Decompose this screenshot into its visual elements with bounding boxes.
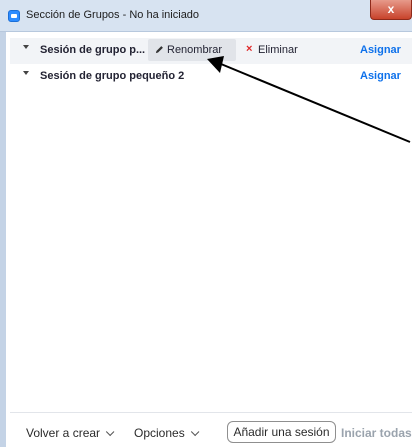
pencil-icon [155, 46, 163, 54]
assign-link[interactable]: Asignar [360, 44, 401, 56]
window-title: Sección de Grupos - No ha iniciado [26, 9, 200, 21]
close-window-button[interactable]: x [370, 0, 412, 20]
close-x-icon: × [246, 43, 253, 55]
room-row-2[interactable]: Sesión de grupo pequeño 2 Asignar [10, 64, 412, 90]
room-row-1[interactable]: Sesión de grupo p... Renombrar × Elimina… [10, 38, 412, 64]
footer-bar: Volver a crear Opciones Añadir una sesió… [10, 412, 412, 447]
window-left-border [0, 32, 6, 447]
chevron-down-icon [190, 427, 200, 437]
chevron-down-icon [105, 427, 115, 437]
start-all-button[interactable]: Iniciar todas [341, 426, 412, 440]
recreate-dropdown[interactable]: Volver a crear [26, 426, 115, 440]
caret-down-icon[interactable] [23, 71, 29, 75]
room-name: Sesión de grupo p... [40, 44, 146, 56]
title-bar: Sección de Grupos - No ha iniciado x [0, 0, 412, 32]
rooms-list: Sesión de grupo p... Renombrar × Elimina… [10, 38, 412, 412]
add-session-button[interactable]: Añadir una sesión [227, 421, 336, 443]
delete-label: Eliminar [258, 44, 298, 56]
options-label: Opciones [134, 426, 185, 440]
zoom-app-icon [8, 10, 20, 22]
options-dropdown[interactable]: Opciones [134, 426, 200, 440]
rename-label: Renombrar [167, 44, 223, 56]
delete-button[interactable]: × Eliminar [246, 39, 312, 61]
room-name: Sesión de grupo pequeño 2 [40, 70, 185, 82]
assign-link[interactable]: Asignar [360, 70, 401, 82]
rename-button[interactable]: Renombrar [148, 39, 236, 61]
recreate-label: Volver a crear [26, 426, 101, 440]
caret-down-icon[interactable] [23, 45, 29, 49]
